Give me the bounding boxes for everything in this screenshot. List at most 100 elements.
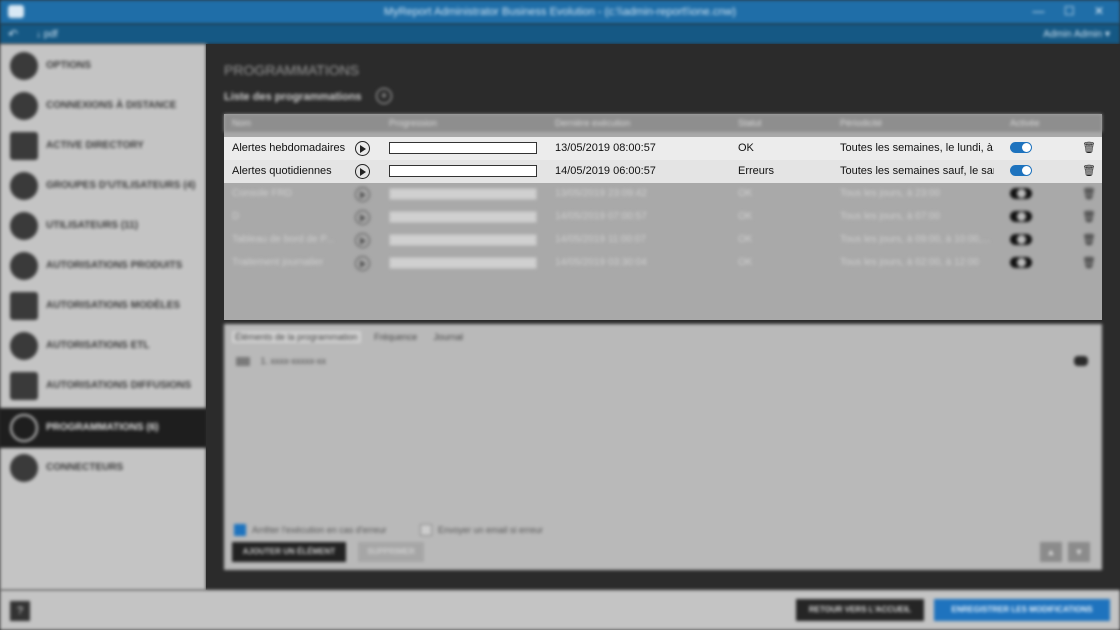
- list-item[interactable]: 1. xxxx-xxxxx-xx: [236, 356, 327, 367]
- schedule-detail-panel: Éléments de la programmation Fréquence J…: [224, 324, 1102, 570]
- main-panel: PROGRAMMATIONS Liste des programmations …: [206, 44, 1120, 590]
- progress-bar: [389, 211, 537, 223]
- stop-on-error-checkbox[interactable]: [234, 524, 246, 536]
- sidebar-item-label: OPTIONS: [46, 60, 92, 71]
- enabled-toggle[interactable]: [1010, 188, 1032, 199]
- progress-bar: [389, 234, 537, 246]
- row-last-run: 14/05/2019 11:00:07: [555, 234, 647, 245]
- column-header-status[interactable]: Statut: [738, 118, 762, 128]
- add-schedule-button[interactable]: +: [376, 88, 392, 104]
- sidebar-item-distribution-permissions[interactable]: AUTORISATIONS DIFFUSIONS: [0, 366, 206, 406]
- sidebar-item-label: PROGRAMMATIONS (6): [46, 422, 159, 433]
- sidebar-item-label: ACTIVE DIRECTORY: [46, 140, 144, 151]
- trash-icon[interactable]: 🗑: [1082, 187, 1096, 200]
- lock-icon: [10, 292, 38, 320]
- comment-icon[interactable]: [1074, 356, 1088, 366]
- move-down-button[interactable]: ▼: [1068, 542, 1090, 562]
- sidebar-item-etl-permissions[interactable]: AUTORISATIONS ETL: [0, 326, 206, 366]
- row-periodicity: Tous les jours, à 23:00: [840, 188, 941, 199]
- trash-icon[interactable]: 🗑: [1082, 256, 1096, 269]
- progress-bar: [389, 142, 537, 154]
- sidebar-item-label: UTILISATEURS (11): [46, 220, 139, 231]
- back-home-button[interactable]: RETOUR VERS L'ACCUEIL: [796, 599, 924, 621]
- sidebar-item-schedules[interactable]: PROGRAMMATIONS (6): [0, 408, 206, 448]
- row-periodicity: Toutes les semaines sauf, le sam...: [840, 165, 994, 177]
- column-header-name[interactable]: Nom: [232, 118, 251, 128]
- table-row[interactable]: Alertes quotidiennes 14/05/2019 06:00:57…: [224, 160, 1102, 183]
- report-icon: [236, 357, 250, 367]
- row-status: OK: [738, 142, 754, 154]
- enabled-toggle[interactable]: [1010, 142, 1032, 153]
- sidebar-item-options[interactable]: OPTIONS: [0, 46, 206, 86]
- row-periodicity: Tous les jours, à 07:00: [840, 211, 941, 222]
- progress-bar: [389, 165, 537, 177]
- sidebar-item-product-permissions[interactable]: AUTORISATIONS PRODUITS: [0, 246, 206, 286]
- column-header-enabled[interactable]: Activée: [1010, 118, 1040, 128]
- sidebar-item-label: CONNECTEURS: [46, 462, 124, 473]
- enabled-toggle[interactable]: [1010, 234, 1032, 245]
- enabled-toggle[interactable]: [1010, 257, 1032, 268]
- user-icon: [10, 212, 38, 240]
- play-icon[interactable]: [355, 233, 370, 248]
- row-periodicity: Tous les jours, à 02:00, à 12:00: [840, 257, 979, 268]
- window-title-bar: MyReport Administrator Business Evolutio…: [0, 0, 1120, 24]
- table-row[interactable]: D 14/05/2019 07:00:57 OK Tous les jours,…: [224, 206, 1102, 229]
- row-status: OK: [738, 188, 753, 199]
- row-last-run: 13/05/2019 08:00:57: [555, 142, 656, 154]
- row-status: OK: [738, 211, 753, 222]
- user-menu[interactable]: Admin Admin ▾: [1043, 29, 1110, 40]
- breadcrumb: ↓ pdf: [36, 29, 58, 40]
- trash-icon[interactable]: 🗑: [1082, 210, 1096, 223]
- tab-elements[interactable]: Éléments de la programmation: [232, 331, 361, 343]
- mail-icon: [10, 372, 38, 400]
- help-button[interactable]: ?: [10, 601, 30, 621]
- play-icon[interactable]: [355, 187, 370, 202]
- play-icon[interactable]: [355, 256, 370, 271]
- column-header-periodicity[interactable]: Périodicité: [840, 118, 882, 128]
- schedule-table: Nom Progression Dernière exécution Statu…: [224, 114, 1102, 320]
- sidebar: OPTIONS CONNEXIONS À DISTANCE ACTIVE DIR…: [0, 44, 206, 590]
- play-icon[interactable]: [355, 164, 370, 179]
- delete-item-button[interactable]: SUPPRIMER: [358, 542, 424, 562]
- enabled-toggle[interactable]: [1010, 165, 1032, 176]
- sidebar-item-label: AUTORISATIONS MODÈLES: [46, 300, 181, 311]
- sidebar-item-model-permissions[interactable]: AUTORISATIONS MODÈLES: [0, 286, 206, 326]
- sidebar-item-remote-connections[interactable]: CONNEXIONS À DISTANCE: [0, 86, 206, 126]
- enabled-toggle[interactable]: [1010, 211, 1032, 222]
- send-email-checkbox[interactable]: [420, 524, 432, 536]
- list-item-label: 1. xxxx-xxxxx-xx: [260, 356, 327, 366]
- add-item-button[interactable]: AJOUTER UN ÉLÉMENT: [232, 542, 346, 562]
- tab-journal[interactable]: Journal: [431, 331, 467, 343]
- progress-bar: [389, 188, 537, 200]
- play-icon[interactable]: [355, 210, 370, 225]
- table-row[interactable]: Alertes hebdomadaires 13/05/2019 08:00:5…: [224, 137, 1102, 160]
- row-last-run: 14/05/2019 03:30:04: [555, 257, 647, 268]
- clock-icon: [10, 414, 38, 442]
- sidebar-item-user-groups[interactable]: GROUPES D'UTILISATEURS (4): [0, 166, 206, 206]
- column-header-progress[interactable]: Progression: [389, 118, 437, 128]
- back-icon[interactable]: ↶: [8, 27, 18, 41]
- table-row[interactable]: Tableau de bord de P... 14/05/2019 11:00…: [224, 229, 1102, 252]
- send-email-label: Envoyer un email si erreur: [438, 525, 544, 535]
- sidebar-item-users[interactable]: UTILISATEURS (11): [0, 206, 206, 246]
- play-icon[interactable]: [355, 141, 370, 156]
- window-controls[interactable]: — ☐ ✕: [1033, 4, 1112, 18]
- row-last-run: 14/05/2019 06:00:57: [555, 165, 656, 177]
- table-row[interactable]: Console FRD 13/05/2019 23:09:42 OK Tous …: [224, 183, 1102, 206]
- trash-icon[interactable]: 🗑: [1082, 164, 1096, 177]
- table-row[interactable]: Traitement journalier 14/05/2019 03:30:0…: [224, 252, 1102, 275]
- schedule-list-title: Liste des programmations: [224, 91, 362, 103]
- trash-icon[interactable]: 🗑: [1082, 141, 1096, 154]
- sidebar-item-label: GROUPES D'UTILISATEURS (4): [46, 180, 196, 191]
- trash-icon[interactable]: 🗑: [1082, 233, 1096, 246]
- move-up-button[interactable]: ▲: [1040, 542, 1062, 562]
- sidebar-item-label: AUTORISATIONS PRODUITS: [46, 260, 183, 271]
- sidebar-item-connectors[interactable]: CONNECTEURS: [0, 448, 206, 488]
- sidebar-item-label: CONNEXIONS À DISTANCE: [46, 100, 177, 111]
- cloud-icon: [10, 92, 38, 120]
- row-status: OK: [738, 234, 753, 245]
- tab-frequency[interactable]: Fréquence: [371, 331, 420, 343]
- sidebar-item-active-directory[interactable]: ACTIVE DIRECTORY: [0, 126, 206, 166]
- save-changes-button[interactable]: ENREGISTRER LES MODIFICATIONS: [934, 599, 1110, 621]
- column-header-last-run[interactable]: Dernière exécution: [555, 118, 631, 128]
